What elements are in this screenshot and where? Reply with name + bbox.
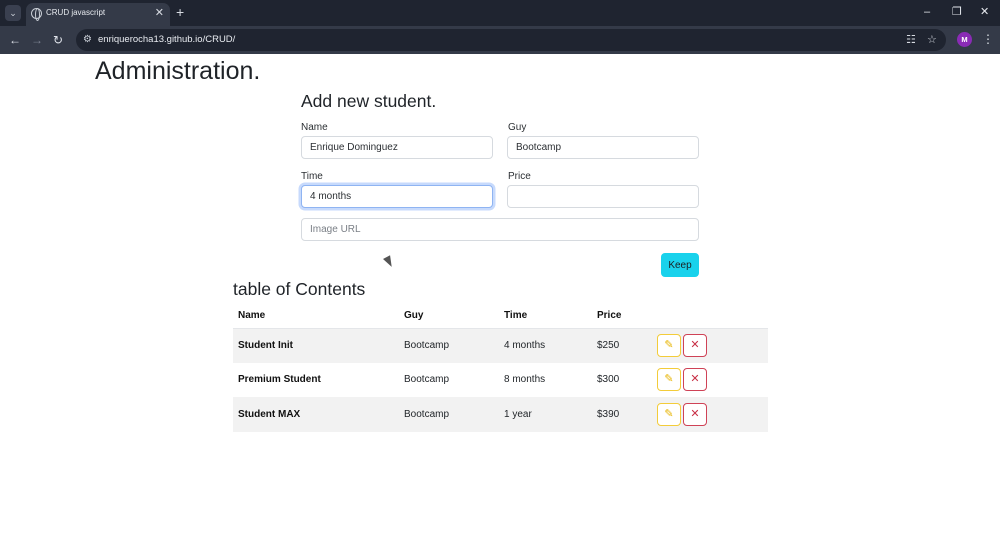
translate-icon[interactable]: ☷ (906, 33, 916, 47)
cell-time: 8 months (504, 374, 546, 386)
browser-menu-icon[interactable]: ⋮ (982, 31, 994, 47)
address-bar[interactable]: ⚙ enriquerocha13.github.io/CRUD/ ☷ ☆ (76, 29, 946, 51)
time-input[interactable] (301, 185, 493, 208)
cell-price: $300 (597, 374, 620, 386)
table-title: table of Contents (233, 279, 366, 299)
restore-icon[interactable]: ❐ (952, 5, 962, 19)
cell-name: Student Init (233, 328, 399, 363)
cell-time: 4 months (499, 328, 592, 363)
browser-tabstrip: ⌄ CRUD javascript ✕ + – ❐ ✕ (0, 0, 1000, 26)
page-title: Administration. (95, 57, 261, 85)
forward-arrow-icon[interactable]: → (31, 32, 43, 48)
name-input[interactable] (301, 136, 493, 159)
guy-input[interactable] (507, 136, 699, 159)
reload-icon[interactable]: ↻ (53, 32, 63, 48)
window-close-icon[interactable]: ✕ (980, 5, 989, 19)
time-label: Time (301, 171, 323, 182)
cell-guy: Bootcamp (399, 397, 499, 432)
new-tab-plus-icon[interactable]: + (176, 3, 184, 21)
mouse-cursor-icon (383, 255, 396, 269)
table-header-row: Name Guy Time Price (233, 304, 768, 329)
keep-button[interactable]: Keep (661, 253, 699, 277)
cell-actions: ✎ ✕ (652, 328, 768, 363)
name-label: Name (301, 122, 328, 133)
browser-toolbar: ← → ↻ ⚙ enriquerocha13.github.io/CRUD/ ☷… (0, 26, 1000, 54)
price-label: Price (508, 171, 531, 182)
profile-avatar[interactable]: M (957, 32, 972, 47)
tab-search-chevron-down-icon[interactable]: ⌄ (5, 5, 21, 21)
cell-actions: ✎ ✕ (652, 363, 768, 398)
cell-guy: Bootcamp (399, 328, 499, 363)
guy-label: Guy (508, 122, 527, 133)
page-content: Administration. Add new student. Name Gu… (0, 54, 1000, 533)
back-arrow-icon[interactable]: ← (9, 32, 21, 48)
cell-name: Student MAX (233, 397, 399, 432)
header-time: Time (499, 304, 592, 329)
site-info-icon[interactable]: ⚙ (83, 33, 92, 47)
bookmark-star-icon[interactable]: ☆ (927, 33, 937, 47)
delete-close-icon[interactable]: ✕ (683, 368, 707, 392)
form-title: Add new student. (301, 91, 437, 111)
table-row: Premium Student Bootcamp 8 months $300 ✎… (233, 363, 768, 398)
tab-close-icon[interactable]: ✕ (155, 6, 164, 20)
cell-guy: Bootcamp (404, 374, 450, 386)
tab-title: CRUD javascript (46, 8, 106, 17)
header-guy: Guy (399, 304, 499, 329)
delete-close-icon[interactable]: ✕ (683, 402, 707, 426)
header-name: Name (233, 304, 399, 329)
edit-pencil-icon[interactable]: ✎ (657, 368, 681, 392)
image-url-input[interactable] (301, 218, 699, 241)
students-table: Name Guy Time Price Student Init Bootcam… (233, 304, 768, 432)
edit-pencil-icon[interactable]: ✎ (657, 402, 681, 426)
cell-time: 1 year (499, 397, 592, 432)
cell-price: $390 (592, 397, 652, 432)
header-actions (652, 304, 768, 329)
table-row: Student MAX Bootcamp 1 year $390 ✎ ✕ (233, 397, 768, 432)
minimize-icon[interactable]: – (924, 5, 930, 19)
cell-price: $250 (592, 328, 652, 363)
cell-actions: ✎ ✕ (652, 397, 768, 432)
delete-close-icon[interactable]: ✕ (683, 334, 707, 357)
edit-pencil-icon[interactable]: ✎ (657, 334, 681, 357)
cell-name: Premium Student (238, 374, 321, 386)
address-url[interactable]: enriquerocha13.github.io/CRUD/ (98, 34, 235, 45)
table-row: Student Init Bootcamp 4 months $250 ✎ ✕ (233, 328, 768, 363)
price-input[interactable] (507, 185, 699, 208)
header-price: Price (592, 304, 652, 329)
globe-icon (31, 8, 42, 21)
browser-tab[interactable]: CRUD javascript ✕ (26, 3, 170, 26)
